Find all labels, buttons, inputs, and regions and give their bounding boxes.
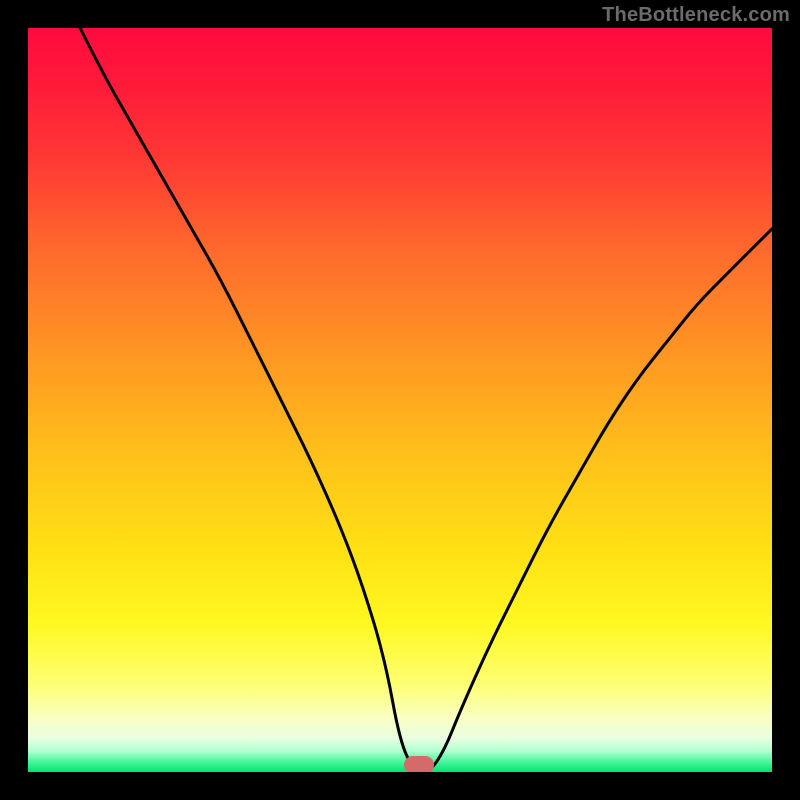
plot-area — [28, 28, 772, 772]
chart-frame: TheBottleneck.com — [0, 0, 800, 800]
background-gradient — [28, 28, 772, 772]
optimum-marker — [404, 756, 434, 772]
watermark-text: TheBottleneck.com — [602, 4, 790, 27]
